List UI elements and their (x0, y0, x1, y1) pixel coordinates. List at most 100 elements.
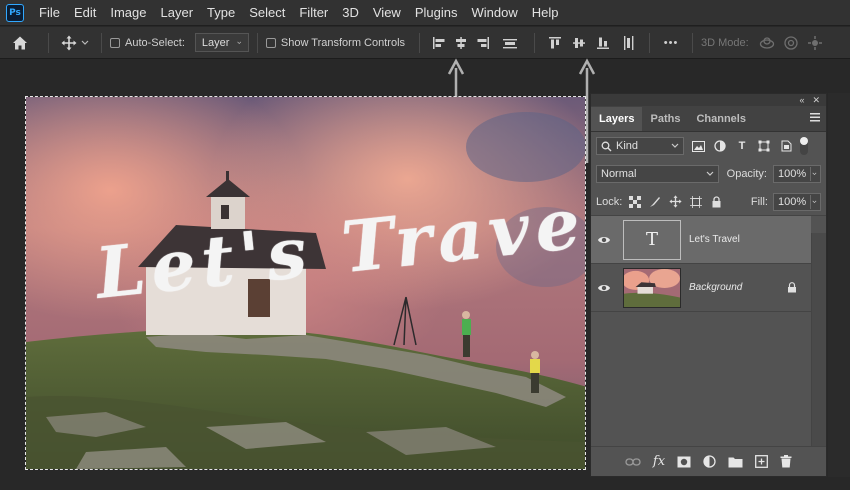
menu-layer[interactable]: Layer (154, 0, 201, 26)
eye-icon (598, 284, 610, 291)
blend-mode-dropdown[interactable]: Normal (596, 165, 719, 183)
align-bottom-edges-button[interactable] (591, 31, 615, 55)
tab-layers[interactable]: Layers (591, 107, 643, 131)
menu-file[interactable]: File (32, 0, 67, 26)
separator (256, 32, 258, 53)
type-layer-icon: T (645, 229, 658, 250)
filter-toggle-switch[interactable] (800, 137, 808, 155)
menu-help[interactable]: Help (525, 0, 566, 26)
layers-panel-actions: fx (591, 446, 826, 476)
layers-scrollbar[interactable] (811, 233, 826, 447)
opacity-value: 100% (778, 168, 807, 180)
menu-select[interactable]: Select (242, 0, 292, 26)
blend-opacity-row: Normal Opacity: 100% (591, 160, 826, 188)
trash-icon[interactable] (780, 455, 792, 468)
align-top-icon (549, 36, 562, 48)
filter-pixel-layers-icon[interactable] (690, 138, 706, 154)
menu-view[interactable]: View (366, 0, 408, 26)
layer-name[interactable]: Let's Travel (689, 234, 740, 245)
align-horizontal-centers-button[interactable] (450, 31, 472, 55)
separator (48, 32, 49, 53)
align-bottom-icon (597, 37, 610, 49)
3d-orbit-button[interactable] (755, 31, 779, 55)
menu-plugins[interactable]: Plugins (408, 0, 465, 26)
align-left-edges-button[interactable] (428, 31, 450, 55)
menu-3d[interactable]: 3D (335, 0, 366, 26)
layers-list: T Let's Travel Background (591, 216, 811, 312)
folder-icon[interactable] (728, 456, 743, 468)
chevron-down-icon[interactable] (810, 194, 818, 209)
fill-input[interactable]: 100% (772, 192, 821, 211)
chevron-down-icon (671, 143, 679, 148)
layer-styles-fx-icon[interactable]: fx (653, 454, 665, 469)
lock-label: Lock: (596, 195, 623, 208)
add-mask-icon[interactable] (677, 456, 691, 468)
align-middle-icon (573, 37, 586, 48)
auto-select-label: Auto-Select: (125, 36, 185, 49)
collapse-panel-icon[interactable]: « (799, 95, 804, 105)
separator (692, 32, 694, 53)
lock-position-icon[interactable] (668, 194, 683, 210)
filter-kind-dropdown[interactable]: Kind (596, 137, 684, 155)
chevron-down-icon (81, 40, 89, 45)
align-left-icon (433, 36, 445, 49)
photoshop-logo-icon[interactable]: Ps (6, 3, 24, 22)
home-button[interactable] (0, 31, 40, 55)
lock-all-icon[interactable] (709, 194, 724, 210)
menu-image[interactable]: Image (103, 0, 153, 26)
panel-tabs: Layers Paths Channels (591, 106, 826, 132)
filter-type-layers-icon[interactable]: T (734, 138, 750, 154)
show-transform-checkbox[interactable] (265, 37, 276, 48)
document-canvas[interactable]: Let's Travel (25, 96, 586, 470)
lock-artboard-icon[interactable] (688, 194, 703, 210)
opacity-label: Opacity: (726, 168, 767, 180)
distribute-horizontal-button[interactable] (494, 31, 526, 55)
close-panel-icon[interactable]: ✕ (812, 95, 820, 106)
link-layers-icon[interactable] (625, 457, 641, 467)
visibility-toggle[interactable] (591, 235, 617, 245)
move-tool-icon (61, 35, 77, 50)
layer-thumbnail-text: T (623, 219, 681, 260)
separator (649, 32, 651, 53)
more-options-button[interactable]: ••• (658, 31, 684, 55)
eye-icon (598, 236, 610, 243)
tab-paths[interactable]: Paths (642, 107, 688, 131)
filter-shape-layers-icon[interactable] (756, 138, 772, 154)
panel-menu-icon[interactable] (810, 113, 820, 122)
adjustment-layer-icon[interactable] (703, 455, 716, 468)
separator (419, 32, 421, 53)
search-icon (601, 141, 612, 151)
new-layer-icon[interactable] (755, 455, 769, 468)
3d-pan-button[interactable] (803, 31, 827, 55)
menu-window[interactable]: Window (464, 0, 524, 26)
3d-roll-icon (784, 35, 798, 50)
menu-type[interactable]: Type (200, 0, 242, 26)
menu-edit[interactable]: Edit (67, 0, 103, 26)
menu-bar: Ps File Edit Image Layer Type Select Fil… (0, 0, 850, 26)
distribute-icon (503, 38, 518, 48)
layer-thumbnail-background (623, 267, 681, 308)
align-right-edges-button[interactable] (472, 31, 494, 55)
3d-roll-button[interactable] (779, 31, 803, 55)
align-vertical-centers-button[interactable] (567, 31, 591, 55)
visibility-toggle[interactable] (591, 283, 617, 293)
layer-row-text[interactable]: T Let's Travel (591, 216, 811, 264)
lock-image-pixels-icon[interactable] (648, 194, 663, 210)
menu-filter[interactable]: Filter (292, 0, 335, 26)
align-top-edges-button[interactable] (543, 31, 567, 55)
distribute-vertical-button[interactable] (615, 31, 641, 55)
auto-select-dropdown[interactable]: Layer (194, 33, 249, 52)
filter-adjustment-layers-icon[interactable] (712, 138, 728, 154)
right-dock-edge (828, 93, 850, 477)
chevron-down-icon[interactable] (810, 167, 818, 181)
move-tool-preset-button[interactable] (57, 31, 93, 55)
tab-channels[interactable]: Channels (688, 107, 754, 131)
3d-mode-label: 3D Mode: (701, 36, 749, 49)
lock-transparent-pixels-icon[interactable] (627, 194, 642, 210)
opacity-input[interactable]: 100% (773, 165, 821, 183)
layer-row-background[interactable]: Background (591, 264, 811, 312)
filter-smart-objects-icon[interactable] (778, 138, 794, 154)
layer-name[interactable]: Background (689, 282, 742, 293)
auto-select-checkbox[interactable] (110, 37, 120, 48)
auto-select-value: Layer (201, 36, 230, 49)
